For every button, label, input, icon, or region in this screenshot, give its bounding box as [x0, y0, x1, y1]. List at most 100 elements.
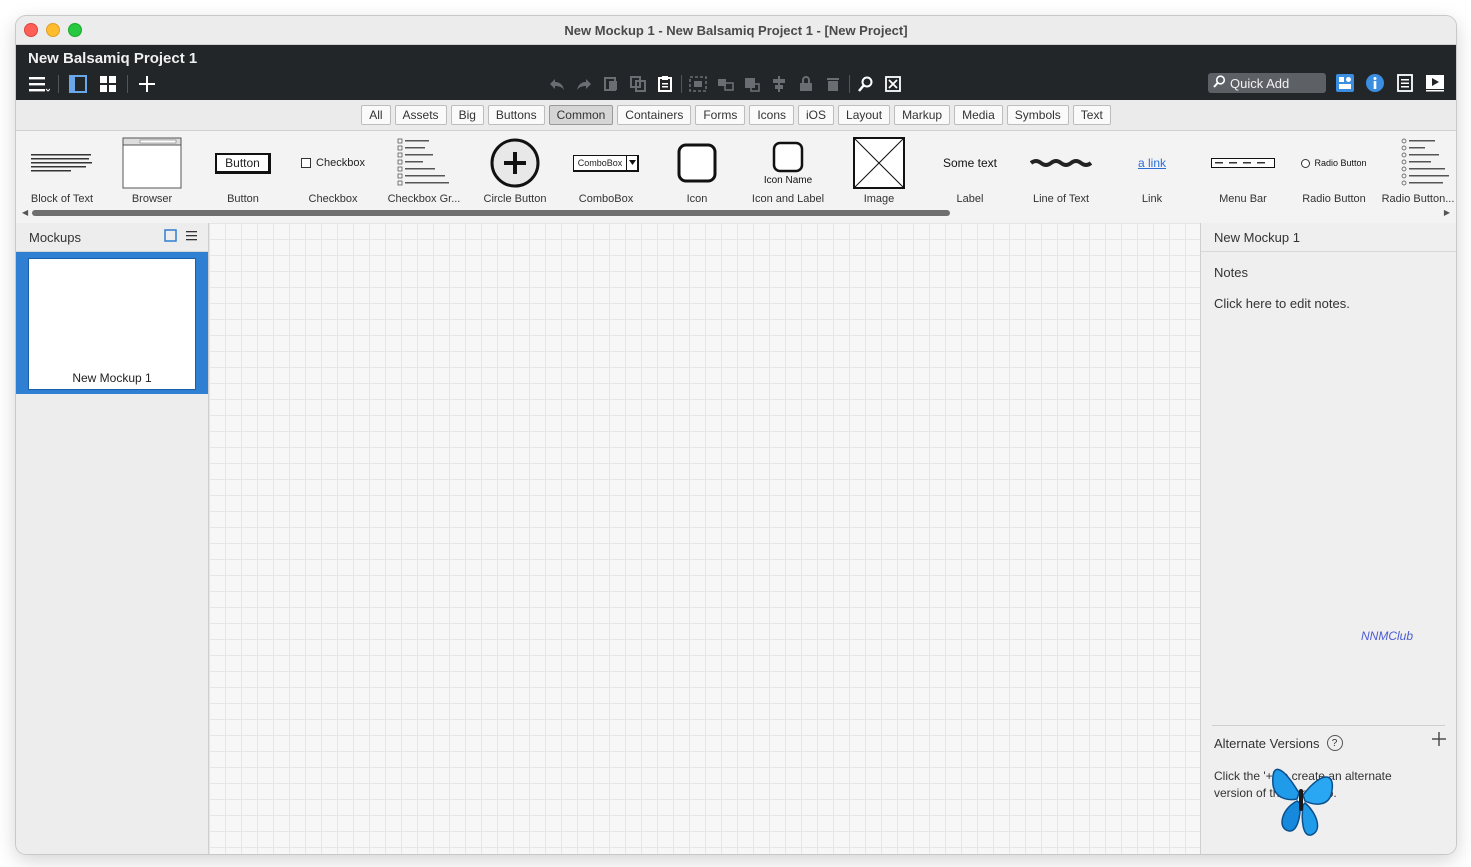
icon-and-label-thumbnail: Icon Name	[743, 137, 833, 189]
category-buttons[interactable]: Buttons	[487, 105, 545, 125]
library-item-icon[interactable]: Icon	[652, 131, 742, 221]
maximize-window-button[interactable]	[68, 23, 82, 37]
close-window-button[interactable]	[24, 23, 38, 37]
library-item-menu-bar[interactable]: Menu Bar	[1198, 131, 1288, 221]
library-item-label[interactable]: Some text Label	[925, 131, 1015, 221]
category-text[interactable]: Text	[1072, 105, 1111, 125]
library-item-link[interactable]: a link Link	[1107, 131, 1197, 221]
scroll-left-icon[interactable]: ◀	[22, 208, 28, 217]
library-item-image[interactable]: Image	[834, 131, 924, 221]
category-media[interactable]: Media	[954, 105, 1003, 125]
library-item-block-of-text[interactable]: Block of Text	[17, 131, 107, 221]
search-icon	[1213, 75, 1226, 91]
group-icon[interactable]	[687, 73, 709, 95]
radio-circle-icon	[1301, 158, 1311, 168]
button-thumbnail: Button	[198, 137, 288, 189]
category-forms[interactable]: Forms	[695, 105, 746, 125]
assets-icon[interactable]	[1334, 72, 1356, 94]
find-icon[interactable]	[855, 73, 877, 95]
grid-view-icon[interactable]	[97, 73, 119, 95]
notes-label: Notes	[1214, 265, 1248, 280]
mockup-thumbnail-selected[interactable]: New Mockup 1	[16, 252, 208, 394]
info-icon[interactable]	[1364, 72, 1386, 94]
minimize-window-button[interactable]	[46, 23, 60, 37]
cut-icon[interactable]	[600, 73, 622, 95]
category-icons[interactable]: Icons	[749, 105, 795, 125]
library-item-label: ComboBox	[578, 193, 634, 205]
menu-icon[interactable]	[28, 73, 50, 95]
project-name[interactable]: New Balsamiq Project 1	[28, 50, 197, 67]
combobox-thumbnail: ComboBox	[561, 137, 651, 189]
lock-icon[interactable]	[795, 73, 817, 95]
label-thumbnail: Some text	[925, 137, 1015, 189]
library-item-radio-button[interactable]: Radio Button Radio Button	[1289, 131, 1379, 221]
clear-icon[interactable]	[882, 73, 904, 95]
circle-button-thumbnail	[470, 137, 560, 189]
list-view-icon[interactable]	[185, 229, 198, 245]
window-title: New Mockup 1 - New Balsamiq Project 1 - …	[564, 22, 908, 38]
checkbox-square-icon	[301, 158, 312, 168]
inspector-title: New Mockup 1	[1201, 223, 1456, 252]
add-alternate-version-button[interactable]	[1431, 731, 1447, 751]
category-ios[interactable]: iOS	[798, 105, 835, 125]
paste-icon[interactable]	[654, 73, 676, 95]
mockup-canvas[interactable]	[209, 223, 1200, 854]
category-big[interactable]: Big	[450, 105, 484, 125]
toolbar-separator	[58, 75, 59, 93]
library-item-line-of-text[interactable]: Line of Text	[1016, 131, 1106, 221]
category-layout[interactable]: Layout	[838, 105, 891, 125]
block-of-text-thumbnail	[17, 137, 107, 189]
align-icon[interactable]	[768, 73, 790, 95]
notes-edit-area[interactable]: Click here to edit notes.	[1214, 296, 1350, 311]
checkbox-sample: Checkbox	[316, 157, 365, 169]
category-all[interactable]: All	[361, 105, 391, 125]
library-item-combobox[interactable]: ComboBox ComboBox	[561, 131, 651, 221]
library-item-circle-button[interactable]: Circle Button	[470, 131, 560, 221]
window-controls	[24, 23, 82, 37]
mockups-title: Mockups	[29, 229, 82, 245]
library-item-label: Image	[863, 193, 895, 205]
link-sample: a link	[1137, 156, 1166, 170]
radio-button-sample: Radio Button	[1314, 158, 1367, 168]
add-icon[interactable]	[136, 73, 158, 95]
redo-icon[interactable]	[573, 73, 595, 95]
label-sample: Some text	[942, 156, 998, 170]
category-symbols[interactable]: Symbols	[1006, 105, 1069, 125]
scroll-right-icon[interactable]: ▶	[1444, 208, 1450, 217]
icon-and-label-sample: Icon Name	[763, 174, 813, 186]
category-assets[interactable]: Assets	[394, 105, 447, 125]
image-thumbnail	[834, 137, 924, 189]
thumbnail-view-icon[interactable]	[164, 229, 177, 245]
undo-icon[interactable]	[546, 73, 568, 95]
notes-icon[interactable]	[1394, 72, 1416, 94]
single-view-icon[interactable]	[67, 73, 89, 95]
library-item-label: Block of Text	[30, 193, 94, 205]
toolbar-center	[546, 73, 904, 95]
library-item-label: Checkbox Gr...	[387, 193, 461, 205]
ungroup-icon[interactable]	[714, 73, 736, 95]
library-item-checkbox[interactable]: Checkbox Checkbox	[288, 131, 378, 221]
quick-add-field[interactable]	[1208, 73, 1326, 93]
mockups-panel: Mockups New Mockup 1	[16, 223, 209, 854]
combobox-sample: ComboBox	[574, 155, 628, 170]
radio-button-thumbnail: Radio Button	[1289, 137, 1379, 189]
library-scrollbar[interactable]	[32, 210, 950, 216]
mockup-thumbnail[interactable]: New Mockup 1	[28, 258, 196, 390]
copy-icon[interactable]	[627, 73, 649, 95]
category-containers[interactable]: Containers	[617, 105, 692, 125]
library-item-label: Radio Button...	[1381, 193, 1455, 205]
watermark-text: NNMClub	[1361, 629, 1414, 643]
category-markup[interactable]: Markup	[894, 105, 951, 125]
menu-bar-thumbnail	[1198, 137, 1288, 189]
present-icon[interactable]	[1424, 72, 1446, 94]
library-item-icon-and-label[interactable]: Icon Name Icon and Label	[743, 131, 833, 221]
library-item-label: Browser	[131, 193, 173, 205]
library-item-browser[interactable]: Browser	[107, 131, 197, 221]
bring-front-icon[interactable]	[741, 73, 763, 95]
quick-add-input[interactable]	[1230, 75, 1320, 91]
library-item-checkbox-group[interactable]: Checkbox Gr...	[379, 131, 469, 221]
category-common[interactable]: Common	[548, 105, 614, 125]
library-item-button[interactable]: Button Button	[198, 131, 288, 221]
mockup-thumbnail-name: New Mockup 1	[72, 371, 152, 385]
delete-icon[interactable]	[822, 73, 844, 95]
